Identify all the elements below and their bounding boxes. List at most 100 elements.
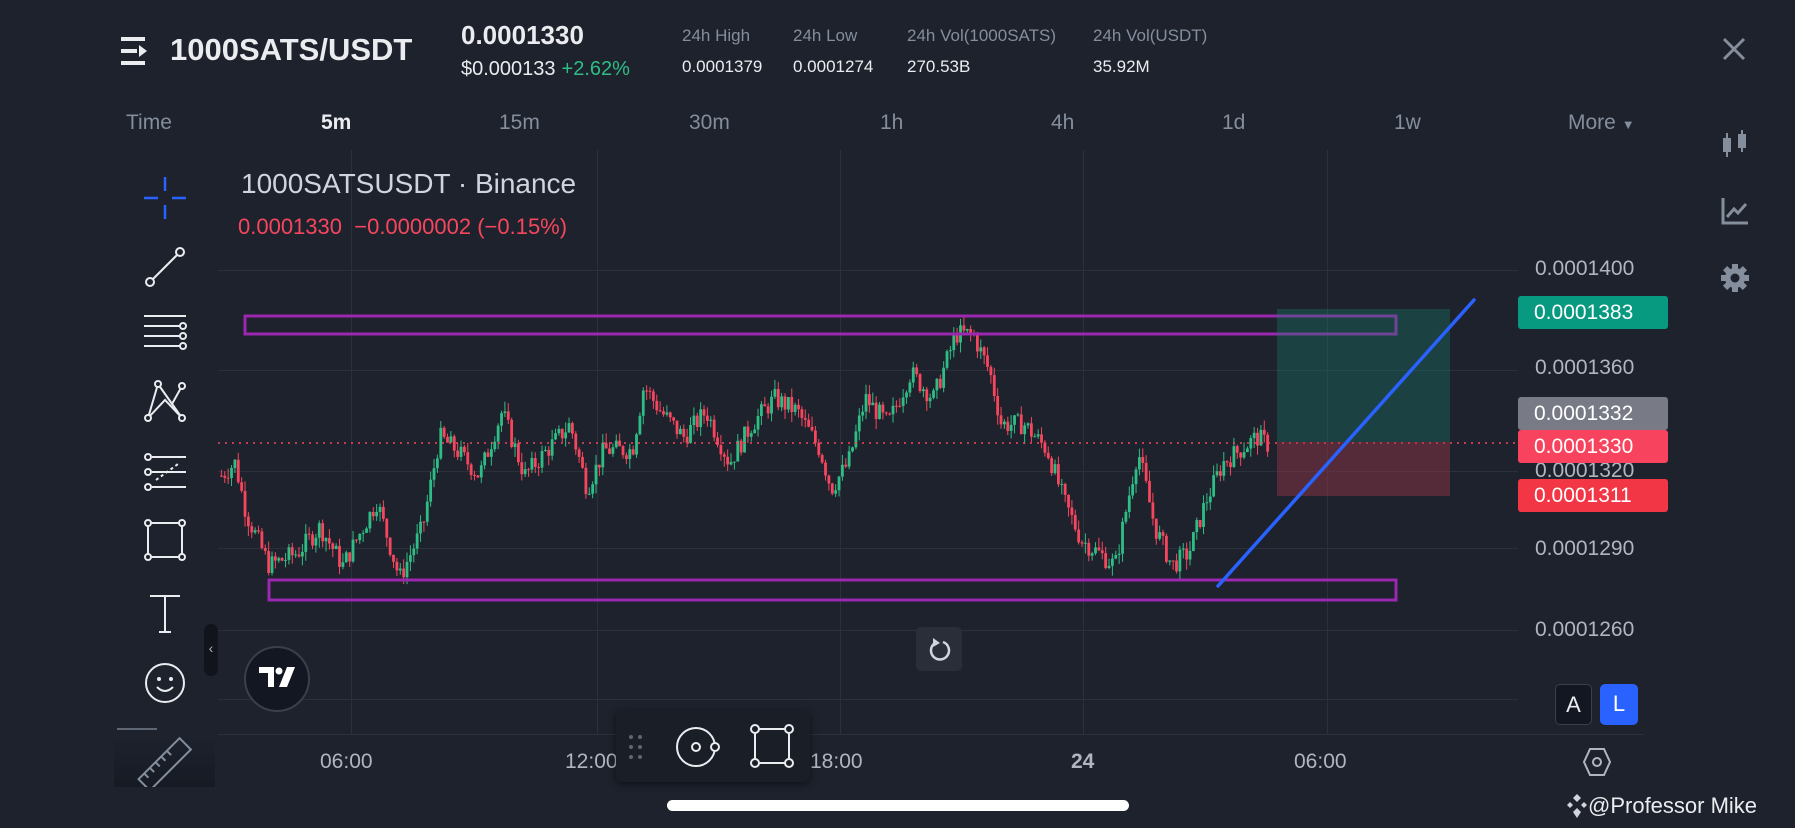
candle — [344, 552, 348, 563]
candle — [1043, 442, 1047, 453]
candle — [756, 416, 760, 430]
candle — [361, 532, 365, 534]
candle — [695, 415, 699, 428]
candle — [473, 474, 476, 476]
candle — [1141, 457, 1145, 463]
candle — [1097, 547, 1101, 551]
candle — [294, 554, 298, 556]
candle — [236, 459, 240, 483]
tradingview-logo[interactable] — [244, 646, 310, 712]
candle — [368, 512, 372, 529]
candle — [614, 440, 618, 448]
stop-price-badge: 0.0001311 — [1518, 479, 1668, 512]
candle — [1256, 432, 1259, 446]
candle — [844, 464, 848, 467]
candle — [1188, 550, 1192, 560]
candle — [989, 366, 993, 376]
candle — [790, 397, 794, 413]
candle — [365, 528, 368, 533]
candle — [351, 539, 355, 562]
candle — [1016, 414, 1020, 416]
reset-chart-button[interactable] — [916, 627, 962, 671]
candle — [992, 375, 996, 397]
candle — [226, 477, 230, 479]
candle — [375, 511, 379, 517]
candle — [547, 449, 551, 456]
candle — [733, 461, 736, 463]
candle — [766, 406, 770, 414]
chart-settings-hexagon-icon[interactable] — [1582, 747, 1612, 777]
rectangle-select-icon[interactable] — [750, 724, 794, 768]
candle — [463, 446, 466, 453]
candle — [628, 449, 632, 460]
candle — [341, 562, 345, 567]
candle — [1104, 553, 1108, 569]
candle — [395, 561, 399, 571]
candle — [861, 411, 865, 416]
candle — [817, 442, 821, 456]
candle — [409, 555, 412, 562]
candle — [446, 436, 449, 443]
price-tick: 0.0001360 — [1535, 356, 1635, 379]
candle — [935, 378, 939, 391]
candle — [571, 423, 574, 434]
candle — [1019, 414, 1023, 435]
long-position-stop-zone[interactable] — [1277, 442, 1450, 496]
candle — [388, 537, 392, 555]
candle — [1063, 483, 1067, 495]
candle — [1215, 471, 1219, 476]
drag-handle-icon[interactable] — [626, 732, 646, 762]
candle — [1192, 532, 1195, 551]
candle — [938, 378, 942, 388]
candle — [1246, 448, 1249, 453]
candle — [311, 534, 314, 546]
support-zone[interactable] — [267, 578, 1398, 602]
candle — [807, 419, 811, 427]
candle — [864, 394, 868, 412]
candle — [682, 428, 686, 437]
candle — [598, 464, 601, 468]
candle — [652, 391, 655, 401]
price-tick: 0.0001260 — [1535, 618, 1635, 641]
candle — [1171, 560, 1175, 562]
candle — [800, 409, 804, 418]
candle — [1175, 560, 1178, 572]
candle — [672, 417, 676, 421]
candle — [1242, 452, 1246, 458]
candle — [901, 397, 905, 406]
candle — [527, 469, 530, 471]
floating-drawing-toolbar[interactable] — [616, 710, 810, 782]
candle — [500, 413, 503, 426]
log-scale-button[interactable]: L — [1600, 684, 1638, 725]
candle — [1036, 434, 1040, 437]
candle — [456, 450, 460, 457]
candle — [432, 468, 436, 480]
candle — [1158, 532, 1162, 539]
candle — [716, 437, 719, 446]
candle — [1252, 432, 1256, 439]
ohlc-price: 0.0001330 — [238, 214, 342, 239]
candle — [1094, 547, 1097, 554]
candle — [486, 452, 490, 457]
candle — [240, 482, 244, 491]
candle — [267, 551, 271, 573]
candle — [1229, 462, 1232, 468]
candle — [436, 458, 439, 469]
magnet-circle-icon[interactable] — [676, 726, 726, 768]
resistance-zone[interactable] — [243, 314, 1398, 336]
candle — [338, 545, 341, 567]
candle — [841, 464, 844, 477]
candle — [1219, 471, 1222, 476]
candle — [483, 452, 487, 466]
candle — [915, 367, 919, 375]
candle — [537, 467, 541, 469]
candle — [797, 404, 800, 410]
candle — [476, 475, 480, 478]
candle — [520, 462, 524, 475]
candle — [699, 409, 703, 428]
candle — [419, 521, 422, 534]
candle — [965, 329, 969, 331]
candle — [743, 426, 746, 453]
candle — [564, 432, 568, 439]
auto-scale-button[interactable]: A — [1555, 684, 1592, 725]
